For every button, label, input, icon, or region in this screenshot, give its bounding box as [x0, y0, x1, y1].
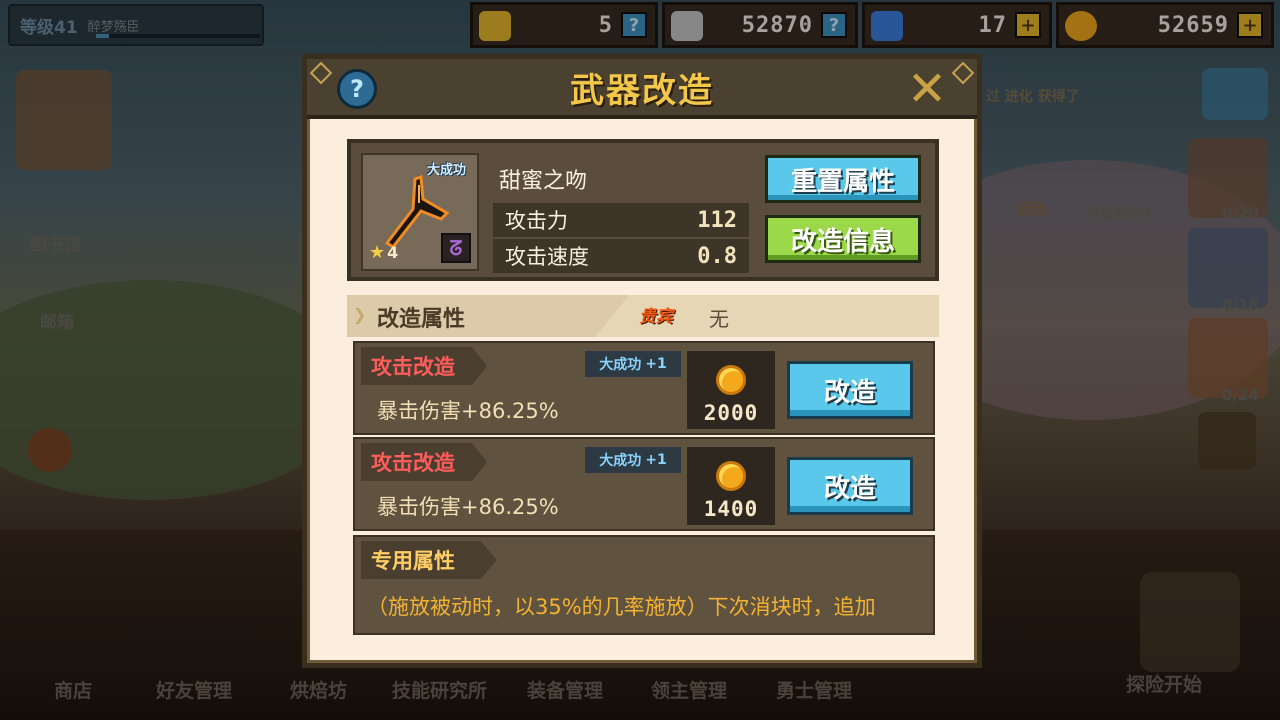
reset-attributes-button[interactable]: 重置属性	[765, 155, 921, 203]
great-success-bonus: +1	[645, 452, 667, 468]
refine-effect: 暴击伤害+86.25%	[377, 399, 559, 423]
stat-attack-speed-value: 0.8	[697, 243, 737, 269]
dialog-header: ? 武器改造 ✕	[307, 59, 977, 119]
great-success-chip: 大成功 +1	[585, 351, 681, 377]
help-button[interactable]: ?	[337, 69, 377, 109]
great-success-badge: 大成功	[427, 163, 467, 178]
refine-button[interactable]: 改造	[787, 457, 913, 515]
stat-attack-speed: 攻击速度 0.8	[493, 239, 749, 273]
stat-attack-label: 攻击力	[505, 209, 568, 233]
refine-type-tag: 攻击改造	[361, 347, 487, 385]
close-button[interactable]: ✕	[903, 65, 951, 113]
refine-type: 攻击改造	[371, 355, 455, 379]
stat-attack: 攻击力 112	[493, 203, 749, 237]
cost-box: 2000	[687, 351, 775, 429]
refine-row: 攻击改造 暴击伤害+86.25% 大成功 +1 1400 改造	[353, 437, 935, 531]
refine-cost: 2000	[703, 401, 759, 425]
weapon-refine-dialog: ? 武器改造 ✕ 大成功 ★ 4 ᘔ 甜蜜之吻 攻击力 112 攻击速度 0.8 …	[302, 54, 982, 668]
special-title: 专用属性	[371, 549, 455, 573]
rune-icon: ᘔ	[441, 233, 471, 263]
special-attribute-text: （施放被动时，以35%的几率施放）下次消块时，追加	[367, 595, 876, 619]
vip-badge: 贵宾	[639, 307, 673, 327]
weapon-panel: 大成功 ★ 4 ᘔ 甜蜜之吻 攻击力 112 攻击速度 0.8 重置属性 改造信息	[347, 139, 939, 281]
refine-type: 攻击改造	[371, 451, 455, 475]
dialog-title: 武器改造	[570, 70, 714, 111]
refine-row: 攻击改造 暴击伤害+86.25% 大成功 +1 2000 改造	[353, 341, 935, 435]
stat-attack-value: 112	[697, 207, 737, 233]
star-count: 4	[387, 243, 399, 262]
weapon-icon-box[interactable]: 大成功 ★ 4 ᘔ	[361, 153, 479, 271]
section-arrow-icon: ❯	[353, 305, 367, 324]
special-title-tag: 专用属性	[361, 541, 497, 579]
great-success-label: 大成功	[599, 357, 642, 373]
stat-attack-speed-label: 攻击速度	[505, 245, 589, 269]
refine-type-tag: 攻击改造	[361, 443, 487, 481]
refine-effect: 暴击伤害+86.25%	[377, 495, 559, 519]
great-success-label: 大成功	[599, 453, 642, 469]
refine-info-button[interactable]: 改造信息	[765, 215, 921, 263]
great-success-chip: 大成功 +1	[585, 447, 681, 473]
great-success-bonus: +1	[645, 356, 667, 372]
special-attribute-box: 专用属性 （施放被动时，以35%的几率施放）下次消块时，追加	[353, 535, 935, 635]
gold-coin-icon	[716, 461, 746, 491]
gold-coin-icon	[716, 365, 746, 395]
refine-section-header: ❯ 改造属性 贵宾 无	[347, 295, 939, 337]
refine-title: 改造属性	[377, 307, 466, 332]
refine-cost: 1400	[703, 497, 759, 521]
refine-button[interactable]: 改造	[787, 361, 913, 419]
star-rating: ★ 4	[369, 242, 399, 263]
vip-value: 无	[709, 307, 729, 331]
weapon-name: 甜蜜之吻	[499, 169, 588, 194]
cost-box: 1400	[687, 447, 775, 525]
